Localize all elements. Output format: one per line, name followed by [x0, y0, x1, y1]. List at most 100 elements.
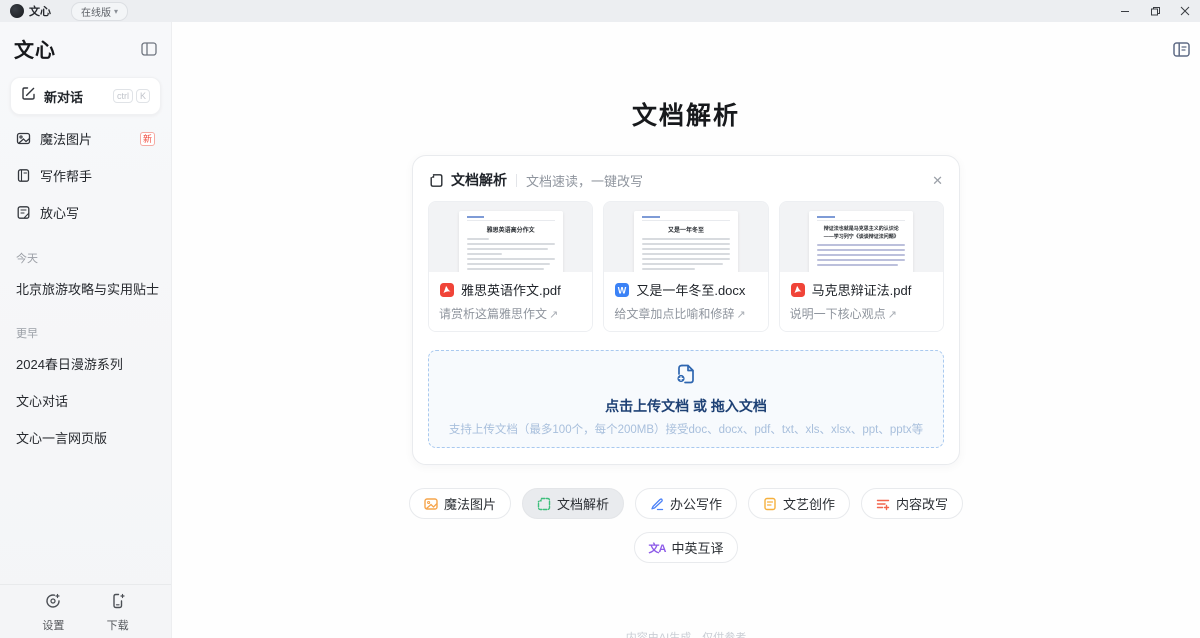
version-dropdown[interactable]: 在线版 ▾ [71, 2, 128, 21]
download-button[interactable]: 下载 [107, 592, 129, 633]
download-label: 下载 [107, 617, 129, 633]
example-doc-card-winter[interactable]: 又是一年冬至 W 又是一年冬至.docx 给文章加点比喻和修辞↗ [603, 201, 768, 332]
upload-hint: 支持上传文档（最多100个，每个200MB）接受doc、docx、pdf、txt… [449, 421, 923, 437]
skill-label: 魔法图片 [444, 494, 496, 513]
preview-title: 雅思英语高分作文 [467, 225, 555, 234]
chevron-down-icon: ▾ [114, 7, 118, 16]
gear-icon [44, 592, 62, 615]
history-item[interactable]: 文心一言网页版 [0, 419, 171, 456]
skill-label: 中英互译 [671, 538, 723, 557]
arrow-up-right-icon: ↗ [888, 309, 897, 321]
sidebar-item-magic-image[interactable]: 魔法图片 新 [0, 121, 171, 156]
doc-filename: 马克思辩证法.pdf [812, 280, 912, 299]
kbd-k: K [136, 89, 150, 103]
skill-pill-translate[interactable]: 文A 中英互译 [634, 532, 739, 563]
app-logo-icon [10, 4, 24, 18]
skill-label: 文艺创作 [783, 494, 835, 513]
skill-label: 内容改写 [896, 494, 948, 513]
history-section-earlier: 更早 [0, 307, 171, 345]
doc-preview: 又是一年冬至 [604, 202, 767, 272]
skill-shortcuts: 魔法图片 文档解析 办公写作 [172, 488, 1200, 563]
document-icon [537, 497, 551, 511]
history-item[interactable]: 文心对话 [0, 382, 171, 419]
settings-button[interactable]: 设置 [42, 592, 64, 633]
panel-title: 文档解析 [451, 170, 507, 190]
notebook-icon [16, 168, 31, 183]
history-panel-icon[interactable] [1173, 42, 1190, 62]
translate-icon: 文A [649, 540, 666, 556]
doc-filename: 又是一年冬至.docx [636, 280, 745, 299]
sidebar-item-new-chat[interactable]: 新对话 ctrl K [10, 77, 161, 115]
new-chat-label: 新对话 [44, 87, 83, 106]
rewrite-lines-icon [876, 497, 890, 511]
doc-parse-panel: 文档解析 文档速读，一键改写 ✕ 雅思英语高分作文 [412, 155, 960, 465]
skill-label: 文档解析 [557, 494, 609, 513]
doc-prompt: 说明一下核心观点 [790, 307, 886, 321]
main-content: 文档解析 文档解析 文档速读，一键改写 ✕ 雅思英语高分作文 [172, 22, 1200, 638]
close-panel-icon[interactable]: ✕ [932, 174, 943, 187]
skill-pill-office-writing[interactable]: 办公写作 [635, 488, 737, 519]
shortcut-hint: ctrl K [113, 89, 150, 103]
svg-text:W: W [618, 285, 627, 295]
doc-prompt: 给文章加点比喻和修辞 [614, 307, 734, 321]
close-icon [1180, 6, 1190, 16]
phone-download-icon [109, 592, 127, 615]
skill-pill-doc-parse[interactable]: 文档解析 [522, 488, 624, 519]
compose-icon [21, 86, 36, 106]
doc-preview: 雅思英语高分作文 [429, 202, 592, 272]
document-lines-icon [763, 497, 777, 511]
pen-icon [650, 497, 664, 511]
minimize-icon [1120, 6, 1130, 16]
upload-file-icon [674, 362, 698, 391]
sidebar-collapse-icon[interactable] [141, 42, 157, 56]
maximize-icon [1150, 6, 1161, 17]
new-badge: 新 [140, 132, 155, 146]
image-icon [16, 131, 31, 146]
panel-subtitle: 文档速读，一键改写 [526, 171, 643, 190]
kbd-ctrl: ctrl [113, 89, 133, 103]
sidebar-item-writing-helper[interactable]: 写作帮手 [0, 158, 171, 193]
window-titlebar: 文心 在线版 ▾ [0, 0, 1200, 22]
pdf-file-icon [439, 282, 455, 298]
doc-prompt: 请赏析这篇雅思作文 [439, 307, 547, 321]
history-section-today: 今天 [0, 232, 171, 270]
settings-label: 设置 [42, 617, 64, 633]
skill-label: 办公写作 [670, 494, 722, 513]
doc-preview: 辩证法也就是马克思主义的认识论 ——学习列宁《谈谈辩证法问题》 [780, 202, 943, 272]
image-icon [424, 497, 438, 511]
app-name: 文心 [29, 3, 51, 19]
sidebar-brand: 文心 [14, 34, 56, 63]
pdf-file-icon [790, 282, 806, 298]
example-doc-card-marx[interactable]: 辩证法也就是马克思主义的认识论 ——学习列宁《谈谈辩证法问题》 马克思辩证法.p… [779, 201, 944, 332]
ai-disclaimer: 内容由AI生成，仅供参考 [172, 629, 1200, 638]
page-title: 文档解析 [172, 96, 1200, 132]
close-window-button[interactable] [1170, 0, 1200, 22]
document-icon [429, 173, 444, 188]
skill-pill-content-rewrite[interactable]: 内容改写 [861, 488, 963, 519]
skill-pill-magic-image[interactable]: 魔法图片 [409, 488, 511, 519]
preview-title: 又是一年冬至 [642, 225, 730, 234]
upload-dropzone[interactable]: 点击上传文档 或 拖入文档 支持上传文档（最多100个，每个200MB）接受do… [428, 350, 944, 448]
maximize-button[interactable] [1140, 0, 1170, 22]
document-pen-icon [16, 205, 31, 220]
history-item[interactable]: 2024春日漫游系列 [0, 345, 171, 382]
magic-image-label: 魔法图片 [40, 129, 92, 148]
sidebar-item-confident-write[interactable]: 放心写 [0, 195, 171, 230]
divider [516, 174, 517, 187]
example-doc-card-ielts[interactable]: 雅思英语高分作文 雅思英语作文.pdf 请赏析这篇雅思作文↗ [428, 201, 593, 332]
upload-title: 点击上传文档 或 拖入文档 [605, 396, 767, 416]
sidebar-footer: 设置 下载 [0, 584, 171, 638]
minimize-button[interactable] [1110, 0, 1140, 22]
word-file-icon: W [614, 282, 630, 298]
writing-helper-label: 写作帮手 [40, 166, 92, 185]
doc-filename: 雅思英语作文.pdf [461, 280, 561, 299]
arrow-up-right-icon: ↗ [549, 309, 558, 321]
version-label: 在线版 [81, 4, 111, 19]
history-item[interactable]: 北京旅游攻略与实用贴士 [0, 270, 171, 307]
preview-subtitle: ——学习列宁《谈谈辩证法问题》 [817, 233, 905, 240]
skill-pill-creative-writing[interactable]: 文艺创作 [748, 488, 850, 519]
sidebar: 文心 新对话 ctrl K 魔法图片 新 [0, 22, 172, 638]
confident-write-label: 放心写 [40, 203, 79, 222]
arrow-up-right-icon: ↗ [736, 309, 745, 321]
preview-title: 辩证法也就是马克思主义的认识论 [817, 225, 905, 232]
